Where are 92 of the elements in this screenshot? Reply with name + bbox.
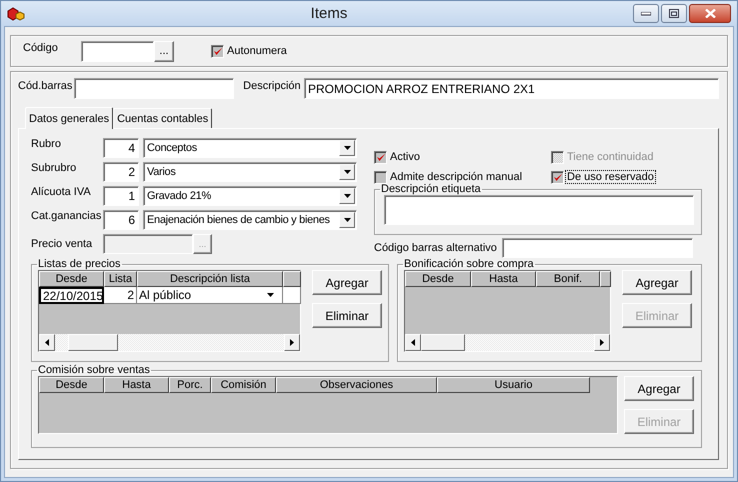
field-label: Cód.barras [18,80,74,92]
data-grid[interactable]: Desde Hasta Porc. Comisión Observaciones Usuario [38,376,618,434]
close-icon [704,9,716,18]
column-header[interactable]: Lista [104,271,137,287]
data-grid[interactable]: Desde Hasta Bonif. [404,270,611,352]
dropdown-value: Gravado 21% [147,190,211,202]
input-field[interactable]: 4 [103,138,139,158]
dropdown[interactable]: Gravado 21% [143,186,357,206]
group-title: Comisión sobre ventas [37,364,151,376]
field-label: Código [23,42,59,54]
check-icon [552,172,562,182]
column-header[interactable]: Hasta [104,377,169,393]
column-header [283,271,301,287]
checkbox-label: De uso reservado [566,171,655,183]
horizontal-scrollbar[interactable] [405,334,610,351]
arrow-right-icon [290,339,294,346]
input-field[interactable]: 6 [103,210,139,230]
table-cell[interactable]: 22/10/2015 [39,287,104,304]
maximize-icon [669,9,679,18]
checkbox[interactable] [211,44,224,58]
input-field[interactable] [502,238,693,258]
input-field[interactable]: 1 [103,186,139,206]
dropdown-caret-icon [267,293,274,297]
window-title: Items [310,5,348,22]
dropdown[interactable]: Enajenación bienes de cambio y bienes [143,210,357,230]
caret-icon [344,194,350,198]
group-title: Bonificación sobre compra [403,258,535,270]
column-header[interactable]: Observaciones [276,377,437,393]
group-title: Descripción etiqueta [380,183,482,195]
scrollbar-thumb[interactable] [68,334,118,351]
dropdown-value: Conceptos [147,142,197,154]
action-button[interactable]: Eliminar [312,303,382,328]
field-label: Rubro [31,138,62,150]
maximize-button[interactable] [661,4,687,23]
check-icon [212,46,222,56]
action-button[interactable]: Agregar [312,270,382,295]
arrow-left-icon [411,339,415,346]
input-field[interactable]: 2 [103,162,139,182]
dropdown-value: Enajenación bienes de cambio y bienes [147,214,330,226]
caret-icon [344,170,350,174]
checkbox[interactable] [551,170,564,184]
column-header[interactable]: Usuario [437,377,590,393]
column-header[interactable]: Comisión [211,377,276,393]
field-label: Alícuota IVA [31,186,92,198]
table-cell: 2 [104,287,137,304]
checkbox-label: Autonumera [226,45,288,57]
column-header [600,271,611,287]
field-label: Subrubro [31,162,78,174]
field-label: Precio venta [31,238,94,250]
arrow-left-icon [45,339,49,346]
caret-icon [344,146,350,150]
close-button[interactable] [689,4,731,23]
checkbox-label: Admite descripción manual [389,171,524,183]
input-field[interactable] [81,40,154,62]
field-label: Cat.ganancias [31,210,102,222]
minimize-button[interactable] [633,4,659,23]
text-area[interactable] [384,195,694,225]
field-label: Código barras alternativo [374,242,498,254]
arrow-right-icon [600,339,604,346]
cell-text: Al público [139,288,192,302]
app-icon [7,6,27,20]
column-header[interactable]: Desde [39,377,104,393]
column-header[interactable]: Descripción lista [137,271,283,287]
input-field[interactable]: PROMOCION ARROZ ENTRERIANO 2X1 [304,78,719,99]
dropdown[interactable]: Varios [143,162,357,182]
scrollbar-thumb[interactable] [421,334,465,351]
browse-button[interactable]: ... [154,40,174,62]
check-icon [376,152,386,162]
field-label: Descripción [243,80,302,92]
input-field[interactable] [74,78,234,99]
caret-icon [344,218,350,222]
data-grid[interactable]: Desde Lista Descripción lista 22/10/2015 2 Al público [38,270,301,352]
tab[interactable]: Datos generales [25,107,114,129]
table-cell [283,287,301,304]
checkbox-label: Tiene continuidad [566,151,654,163]
column-header[interactable]: Hasta [471,271,536,287]
column-header[interactable]: Bonif. [536,271,600,287]
dropdown-value: Varios [147,166,176,178]
checkbox[interactable] [374,150,387,164]
column-header[interactable]: Desde [405,271,471,287]
dropdown[interactable]: Conceptos [143,138,357,158]
horizontal-scrollbar[interactable] [39,334,300,351]
column-header[interactable]: Porc. [169,377,211,393]
checkbox-label: Activo [389,151,421,163]
checkbox[interactable] [374,170,387,184]
action-button[interactable]: Agregar [624,376,694,401]
action-button[interactable]: Agregar [622,270,692,295]
minimize-icon [641,12,651,16]
table-cell[interactable]: Al público [137,287,283,304]
column-header[interactable]: Desde [39,271,104,287]
tab[interactable]: Cuentas contables [113,108,212,128]
group-title: Listas de precios [37,258,122,270]
